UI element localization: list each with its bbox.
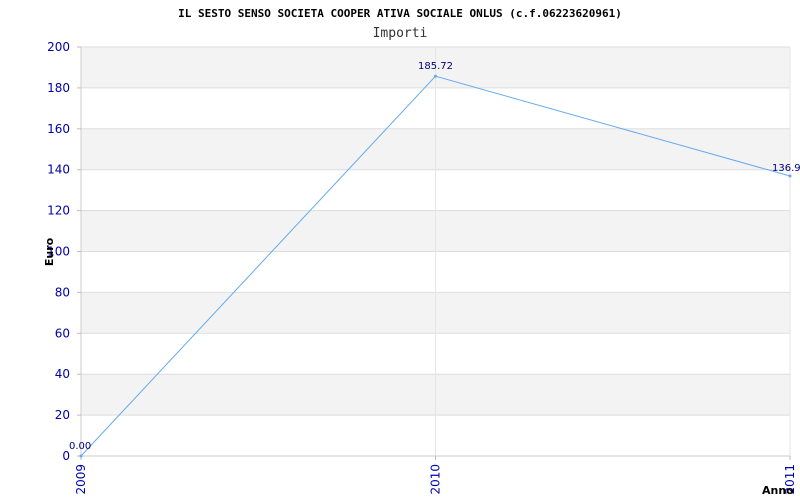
data-point: [788, 174, 792, 178]
data-label: 185.72: [418, 61, 453, 72]
y-axis-label: Euro: [43, 237, 56, 266]
data-point: [434, 74, 437, 78]
y-tick-label: 160: [47, 122, 70, 136]
y-tick-label: 40: [55, 367, 70, 381]
y-tick-label: 180: [47, 81, 70, 95]
x-tick-label: 2009: [74, 464, 88, 495]
x-axis-ticks: 2009 2010 2011: [74, 456, 797, 495]
chart-title: IL SESTO SENSO SOCIETA COOPER ATIVA SOCI…: [178, 7, 622, 20]
x-axis-label: Anno: [762, 484, 794, 497]
x-tick-label: 2010: [429, 464, 443, 495]
line-chart: 020406080100120140160180200 2009 2010 2011…: [43, 7, 800, 497]
y-tick-label: 20: [55, 408, 70, 422]
data-point: [79, 454, 83, 458]
y-tick-label: 140: [47, 163, 70, 177]
chart-subtitle: Importi: [373, 26, 428, 41]
data-label: 136.90: [772, 163, 800, 174]
y-tick-label: 120: [47, 204, 70, 218]
y-tick-label: 60: [55, 326, 70, 340]
y-tick-label: 200: [47, 40, 70, 54]
data-label: 0.00: [69, 441, 91, 452]
y-tick-label: 80: [55, 285, 70, 299]
